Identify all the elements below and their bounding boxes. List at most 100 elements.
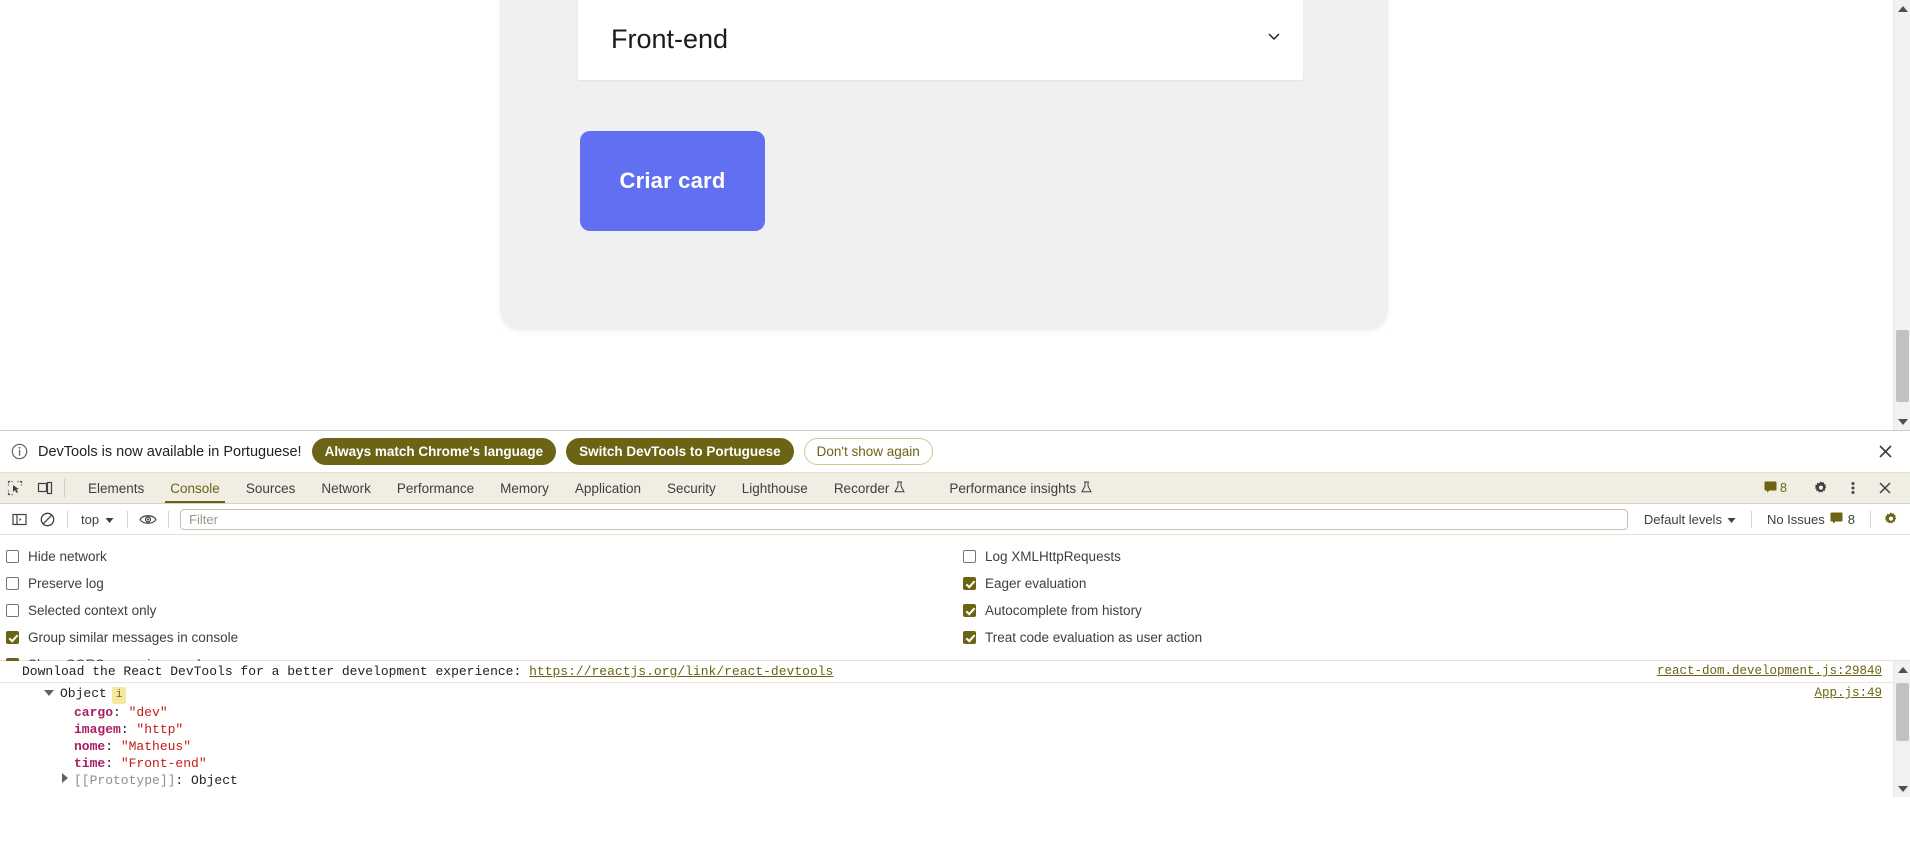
setting-label: Log XMLHttpRequests bbox=[985, 549, 1121, 564]
console-source-link[interactable]: App.js:49 bbox=[1814, 685, 1882, 702]
console-issues-button[interactable]: No Issues 8 bbox=[1759, 510, 1863, 529]
criar-card-button[interactable]: Criar card bbox=[580, 131, 765, 231]
checkbox-checked-icon[interactable] bbox=[963, 631, 976, 644]
issues-count-label: 8 bbox=[1780, 481, 1787, 495]
tab-memory[interactable]: Memory bbox=[487, 473, 562, 503]
setting-eager-evaluation[interactable]: Eager evaluation bbox=[963, 570, 1202, 597]
console-settings-gear-icon[interactable] bbox=[1878, 507, 1904, 531]
checkbox-unchecked-icon[interactable] bbox=[6, 550, 19, 563]
tab-application[interactable]: Application bbox=[562, 473, 654, 503]
live-expression-eye-icon[interactable] bbox=[135, 507, 161, 531]
console-settings-pane: Hide network Preserve log Selected conte… bbox=[0, 535, 1910, 672]
always-match-language-button[interactable]: Always match Chrome's language bbox=[311, 438, 557, 465]
setting-selected-context-only[interactable]: Selected context only bbox=[6, 597, 238, 624]
scroll-up-arrow-icon[interactable] bbox=[1894, 0, 1910, 17]
console-scroll-up-arrow-icon[interactable] bbox=[1894, 661, 1910, 678]
console-scrollbar[interactable] bbox=[1893, 661, 1910, 797]
property-key: imagem bbox=[74, 722, 121, 737]
setting-label: Hide network bbox=[28, 549, 107, 564]
setting-group-similar-messages[interactable]: Group similar messages in console bbox=[6, 624, 238, 651]
tab-label: Security bbox=[666, 480, 716, 496]
issues-label: No Issues bbox=[1766, 511, 1825, 527]
inspect-element-icon[interactable] bbox=[0, 473, 30, 503]
property-value: "http" bbox=[136, 722, 184, 737]
checkbox-checked-icon[interactable] bbox=[6, 631, 19, 644]
issues-count-label: 8 bbox=[1847, 511, 1855, 527]
tab-label: Memory bbox=[500, 480, 549, 496]
toolbar-divider-3 bbox=[168, 510, 170, 528]
setting-hide-network[interactable]: Hide network bbox=[6, 543, 238, 570]
expand-triangle-open-icon[interactable] bbox=[44, 690, 54, 696]
console-source-link[interactable]: react-dom.development.js:29840 bbox=[1657, 663, 1882, 680]
setting-treat-code-evaluation-as-user-action[interactable]: Treat code evaluation as user action bbox=[963, 624, 1202, 651]
console-filter-input[interactable] bbox=[180, 508, 1628, 530]
checkbox-unchecked-icon[interactable] bbox=[6, 604, 19, 617]
devtools-tab-list: Elements Console Sources Network Perform… bbox=[75, 473, 1758, 503]
property-key: cargo bbox=[74, 705, 114, 720]
property-value: "dev" bbox=[128, 705, 168, 720]
object-property-row: imagem: "http" bbox=[74, 722, 184, 737]
cargo-select[interactable]: Front-end bbox=[578, 0, 1303, 80]
console-context-select[interactable]: top bbox=[75, 510, 120, 529]
react-devtools-link[interactable]: https://reactjs.org/link/react-devtools bbox=[529, 664, 833, 679]
checkbox-checked-icon[interactable] bbox=[963, 577, 976, 590]
setting-label: Autocomplete from history bbox=[985, 603, 1142, 618]
devtools-tabbar: Elements Console Sources Network Perform… bbox=[0, 473, 1910, 504]
close-icon[interactable] bbox=[1874, 441, 1896, 463]
console-log-levels-select[interactable]: Default levels bbox=[1636, 510, 1744, 529]
devtools-tabbar-actions: 8 bbox=[1758, 473, 1910, 503]
toolbar-divider-5 bbox=[1870, 510, 1871, 528]
tab-recorder[interactable]: Recorder bbox=[821, 473, 919, 503]
object-header[interactable]: Object i bbox=[22, 685, 1888, 704]
gear-icon[interactable] bbox=[1806, 480, 1836, 496]
console-scrollbar-thumb[interactable] bbox=[1896, 683, 1909, 741]
info-circle-icon bbox=[10, 443, 28, 461]
tab-sources[interactable]: Sources bbox=[233, 473, 309, 503]
chevron-down-icon bbox=[1267, 29, 1281, 43]
tab-network[interactable]: Network bbox=[308, 473, 384, 503]
page-scrollbar-thumb[interactable] bbox=[1896, 330, 1909, 402]
tab-label: Recorder bbox=[833, 480, 890, 496]
tabbar-divider bbox=[64, 479, 65, 497]
tab-label: Performance bbox=[396, 480, 475, 496]
kebab-menu-icon[interactable] bbox=[1838, 480, 1868, 496]
issues-counter[interactable]: 8 bbox=[1758, 481, 1793, 496]
console-message-react-devtools: Download the React DevTools for a better… bbox=[0, 661, 1910, 683]
console-scroll-down-arrow-icon[interactable] bbox=[1894, 780, 1910, 797]
chevron-down-icon bbox=[1727, 512, 1736, 527]
checkbox-unchecked-icon[interactable] bbox=[963, 550, 976, 563]
expand-triangle-closed-icon[interactable] bbox=[62, 773, 68, 783]
clear-console-icon[interactable] bbox=[34, 507, 60, 531]
tab-performance-insights[interactable]: Performance insights bbox=[936, 473, 1105, 503]
devtools-panel: DevTools is now available in Portuguese!… bbox=[0, 430, 1910, 857]
tab-label: Network bbox=[321, 480, 371, 496]
dont-show-again-button[interactable]: Don't show again bbox=[803, 438, 933, 465]
tab-performance[interactable]: Performance bbox=[384, 473, 487, 503]
checkbox-unchecked-icon[interactable] bbox=[6, 577, 19, 590]
console-sidebar-icon[interactable] bbox=[6, 507, 32, 531]
tab-security[interactable]: Security bbox=[654, 473, 729, 503]
devtools-language-notification: DevTools is now available in Portuguese!… bbox=[0, 431, 1910, 473]
property-key: time bbox=[74, 756, 106, 771]
scroll-down-arrow-icon[interactable] bbox=[1894, 413, 1910, 430]
setting-autocomplete-from-history[interactable]: Autocomplete from history bbox=[963, 597, 1202, 624]
page-scrollbar[interactable] bbox=[1893, 0, 1910, 430]
object-prototype-row[interactable]: [[Prototype]]: Object bbox=[22, 772, 1888, 789]
object-property-row: nome: "Matheus" bbox=[74, 739, 192, 754]
tab-lighthouse[interactable]: Lighthouse bbox=[729, 473, 821, 503]
message-badge-icon bbox=[1764, 481, 1777, 496]
console-message-object: Object i App.js:49 cargo: "dev" imagem: "… bbox=[0, 683, 1910, 791]
tab-console[interactable]: Console bbox=[157, 473, 233, 503]
checkbox-checked-icon[interactable] bbox=[963, 604, 976, 617]
setting-log-xmlhttprequests[interactable]: Log XMLHttpRequests bbox=[963, 543, 1202, 570]
switch-to-portuguese-button[interactable]: Switch DevTools to Portuguese bbox=[566, 438, 794, 465]
web-page-viewport: Front-end Criar card bbox=[0, 0, 1910, 430]
info-badge-icon[interactable]: i bbox=[111, 687, 127, 704]
tab-elements[interactable]: Elements bbox=[75, 473, 157, 503]
console-context-value: top bbox=[81, 511, 100, 527]
devtools-close-icon[interactable] bbox=[1870, 481, 1900, 495]
device-toolbar-icon[interactable] bbox=[30, 473, 60, 503]
prototype-key: [[Prototype]] bbox=[74, 773, 176, 788]
toolbar-divider-4 bbox=[1750, 510, 1752, 528]
setting-preserve-log[interactable]: Preserve log bbox=[6, 570, 238, 597]
